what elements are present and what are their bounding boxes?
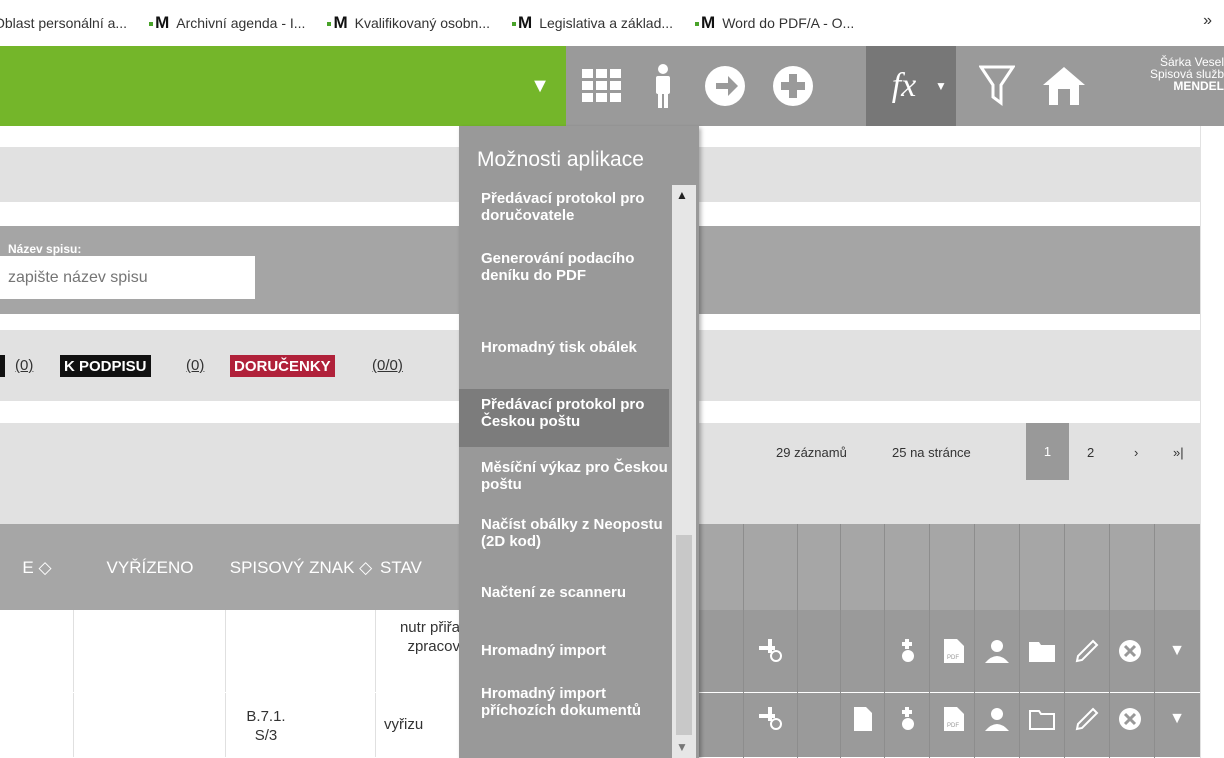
function-icon: fx (874, 46, 934, 126)
fx-label: fx (891, 67, 917, 104)
bookmark-item[interactable]: M Kvalifikovaný osobn... (327, 13, 490, 33)
close-circle-icon[interactable] (1115, 636, 1145, 666)
m-icon: M (327, 13, 347, 33)
folder-open-icon[interactable] (1027, 704, 1057, 734)
m-icon: M (695, 13, 715, 33)
user-icon[interactable] (982, 704, 1012, 734)
last-page-button[interactable]: »| (1173, 445, 1184, 460)
menu-item-generovani-podaciho-deniku[interactable]: Generování podacího deníku do PDF (459, 250, 669, 284)
column-header-vyrizeno[interactable]: VYŘÍZENO (74, 524, 226, 610)
table-cell (0, 610, 74, 692)
table-cell (226, 610, 376, 692)
chevron-down-icon[interactable]: ▼ (1162, 636, 1192, 666)
spisovy-znak-cell: B.7.1. S/3 (246, 708, 286, 744)
grid-icon[interactable] (570, 46, 634, 126)
menu-item-nacteni-ze-scanneru[interactable]: Načtení ze scanneru (459, 584, 669, 601)
column-divider (974, 524, 975, 758)
column-divider (1109, 524, 1110, 758)
user-info[interactable]: Šárka Vesel Spisová služb MENDEL (1108, 56, 1224, 92)
bookmark-item[interactable]: M Legislativa a základ... (512, 13, 673, 33)
add-subject-icon[interactable] (756, 704, 786, 734)
column-divider (929, 524, 930, 758)
column-divider (884, 524, 885, 758)
menu-title: Možnosti aplikace (477, 148, 644, 171)
bookmark-item[interactable]: M Word do PDF/A - O... (695, 13, 854, 33)
column-divider (1064, 524, 1065, 758)
user-icon[interactable] (982, 636, 1012, 666)
scroll-down-icon[interactable]: ▼ (676, 740, 688, 754)
menu-item-mesicni-vykaz[interactable]: Měsíční výkaz pro Českou poštu (459, 459, 669, 493)
svg-text:PDF: PDF (947, 723, 959, 729)
folder-icon[interactable] (1027, 636, 1057, 666)
menu-scrollbar-thumb[interactable] (676, 535, 692, 735)
dorucenky-tag[interactable]: DORUČENKY (230, 355, 335, 377)
pdf-icon[interactable]: PDF (939, 704, 969, 734)
tag-count[interactable]: (0) (15, 357, 33, 374)
bookmarks-more-button[interactable]: » (1203, 12, 1212, 30)
chevron-down-icon: ▼ (935, 79, 947, 93)
bookmark-label: Archivní agenda - I... (176, 15, 306, 31)
page-scrollbar[interactable] (1200, 126, 1224, 758)
column-divider (743, 524, 744, 758)
m-icon: M (149, 13, 169, 33)
nazev-spisu-input[interactable] (0, 256, 255, 299)
menu-item-predavaci-protokol-ceska-posta[interactable]: Předávací protokol pro Českou poštu (459, 389, 669, 447)
per-page-select[interactable]: 25 na stránce (892, 445, 971, 460)
m-icon: M (512, 13, 532, 33)
user-org: MENDEL (1173, 79, 1224, 93)
add-document-icon[interactable] (893, 636, 923, 666)
column-header-spisovy-znak[interactable]: SPISOVÝ ZNAK ◇ (226, 524, 376, 610)
filter-icon[interactable] (972, 46, 1022, 126)
status-tag[interactable] (0, 355, 5, 377)
table-cell (0, 693, 74, 757)
bookmark-label: Legislativa a základ... (539, 15, 674, 31)
column-divider (1154, 524, 1155, 758)
bookmark-label: Word do PDF/A - O... (722, 15, 855, 31)
k-podpisu-count[interactable]: (0) (186, 357, 204, 374)
bookmark-label: Kvalifikovaný osobn... (354, 15, 491, 31)
main-toolbar: ▼ fx ▼ Šárka Vesel Spisová služb MENDEL (0, 46, 1224, 126)
pencil-icon[interactable] (1072, 704, 1102, 734)
chevron-down-icon[interactable]: ▼ (522, 46, 558, 126)
page-2-button[interactable]: 2 (1087, 445, 1094, 460)
dorucenky-count[interactable]: (0/0) (372, 357, 403, 374)
column-header-stav[interactable]: STAV (376, 524, 466, 610)
nazev-spisu-label: Název spisu: (8, 242, 82, 256)
column-divider (1019, 524, 1020, 758)
pdf-icon[interactable]: PDF (939, 636, 969, 666)
person-icon[interactable] (648, 46, 678, 126)
pencil-icon[interactable] (1072, 636, 1102, 666)
stav-cell: nutr přiřa zpracov (399, 619, 460, 655)
stav-cell: vyřizu (384, 716, 424, 733)
column-header-e[interactable]: E ◇ (0, 524, 74, 610)
arrow-right-circle-icon[interactable] (700, 46, 750, 126)
menu-item-hromadny-tisk-obalek[interactable]: Hromadný tisk obálek (459, 339, 669, 356)
bookmarks-bar: Oblast personální a... M Archivní agenda … (0, 0, 1224, 46)
menu-item-predavaci-protokol-dorucovatele[interactable]: Předávací protokol pro doručovatele (459, 190, 669, 224)
menu-item-nacist-obalky[interactable]: Načíst obálky z Neopostu (2D kod) (459, 516, 669, 550)
bookmark-label: Oblast personální a... (0, 15, 128, 31)
records-count: 29 záznamů (776, 445, 847, 460)
menu-item-hromadny-import[interactable]: Hromadný import (459, 642, 669, 659)
table-cell (74, 693, 226, 757)
close-circle-icon[interactable] (1115, 704, 1145, 734)
next-page-button[interactable]: › (1134, 445, 1138, 460)
k-podpisu-tag[interactable]: K PODPISU (60, 355, 151, 377)
document-icon[interactable] (848, 704, 878, 734)
scroll-up-icon[interactable]: ▲ (676, 188, 688, 202)
add-document-icon[interactable] (893, 704, 923, 734)
add-subject-icon[interactable] (756, 636, 786, 666)
column-divider (840, 524, 841, 758)
svg-text:PDF: PDF (947, 655, 959, 661)
bookmark-item[interactable]: Oblast personální a... (0, 15, 127, 31)
table-cell (74, 610, 226, 692)
chevron-down-icon[interactable]: ▼ (1162, 704, 1192, 734)
page-1-button[interactable]: 1 (1026, 423, 1069, 480)
home-icon[interactable] (1036, 46, 1092, 126)
column-divider (797, 524, 798, 758)
menu-item-hromadny-import-prichozich[interactable]: Hromadný import příchozích dokumentů (459, 685, 669, 719)
bookmark-item[interactable]: M Archivní agenda - I... (149, 13, 305, 33)
plus-circle-icon[interactable] (768, 46, 818, 126)
